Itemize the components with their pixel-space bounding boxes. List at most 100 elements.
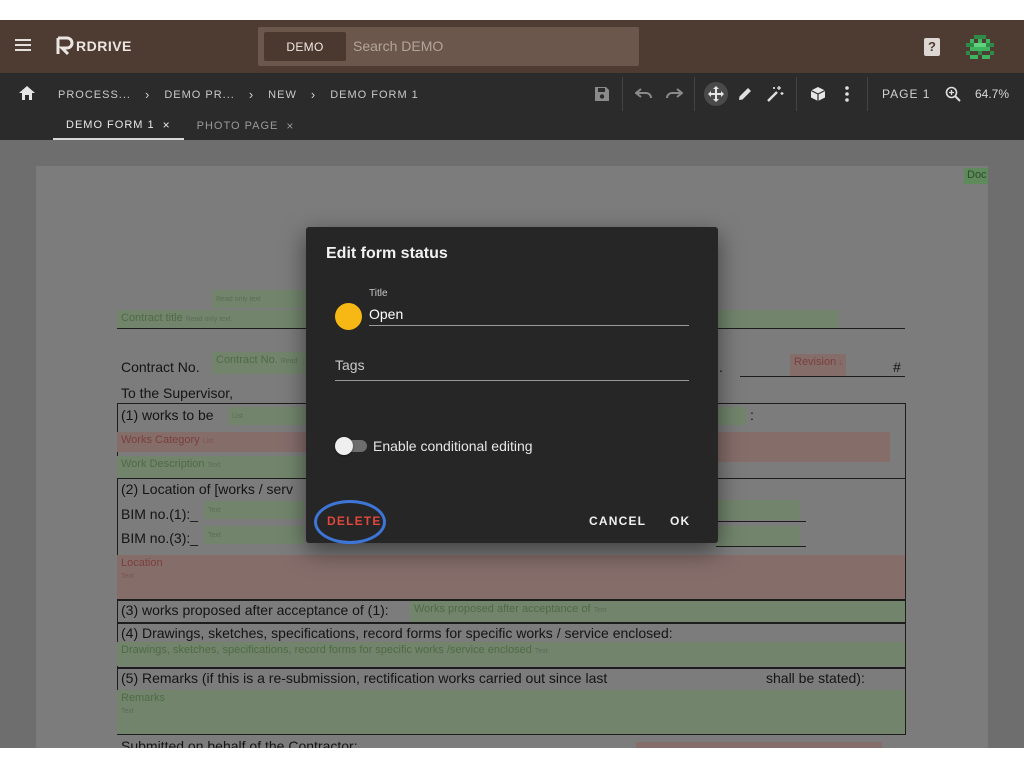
form-field-works-category[interactable]: Works Category List — [117, 432, 307, 452]
field-type: Text — [593, 607, 607, 614]
ok-button[interactable]: OK — [670, 514, 690, 528]
undo-icon[interactable] — [633, 83, 655, 105]
breadcrumb-item[interactable]: DEMO FORM 1 — [330, 89, 419, 101]
toolbar: PROCESS... › DEMO PR... › NEW › DEMO FOR… — [0, 73, 1024, 140]
tab-label: DEMO FORM 1 — [66, 119, 155, 131]
to-supervisor-text: To the Supervisor, — [121, 385, 234, 401]
colon-text: : — [750, 407, 754, 423]
pencil-icon[interactable] — [734, 83, 756, 105]
form-field-signature[interactable] — [636, 742, 882, 748]
more-vert-icon[interactable] — [836, 83, 858, 105]
field-type: Text — [207, 462, 221, 469]
field-label: Drawings, sketches, specifications, reco… — [121, 644, 532, 656]
dialog-title: Edit form status — [326, 245, 448, 262]
edit-form-status-dialog: Edit form status Title Enable conditiona… — [306, 227, 718, 543]
remarks-label: (5) Remarks (if this is a re-submission,… — [121, 670, 608, 686]
logo-text: RDRIVE — [76, 38, 132, 54]
drawings-label: (4) Drawings, sketches, specifications, … — [121, 625, 673, 641]
field-type: Read only text — [216, 296, 261, 303]
app-logo[interactable]: RDRIVE — [56, 35, 132, 57]
remarks-label-end: shall be stated): — [766, 670, 865, 686]
works-proposed-label: (3) works proposed after acceptance of (… — [121, 602, 389, 618]
zoom-level[interactable]: 64.7% — [975, 87, 1009, 101]
form-field-contract-no[interactable]: Contract No. Read — [212, 352, 306, 374]
doc-field-tag[interactable]: Doc — [964, 168, 988, 184]
tags-input[interactable] — [335, 349, 689, 381]
cube-icon[interactable] — [807, 83, 829, 105]
search-scope-chip[interactable]: DEMO — [264, 32, 346, 61]
redo-icon[interactable] — [663, 83, 685, 105]
field-type: List — [202, 438, 214, 445]
form-field-work-description[interactable]: Work Description Text — [117, 456, 307, 478]
conditional-editing-toggle[interactable] — [335, 437, 367, 455]
form-field-works-proposed[interactable]: Works proposed after acceptance of Text — [410, 601, 905, 622]
field-label: Revision — [794, 356, 837, 368]
submitted-label: Submitted on behalf of the Contractor: — [121, 738, 358, 748]
form-field-list[interactable]: List — [228, 407, 308, 425]
contract-no-label: Contract No. — [121, 359, 200, 375]
field-type: Text — [208, 532, 221, 539]
tab-demo-form-1[interactable]: DEMO FORM 1 × — [53, 112, 184, 140]
top-app-bar: RDRIVE DEMO ? — [0, 20, 1024, 73]
delete-highlight-ring — [314, 500, 386, 544]
form-field-bim-4[interactable] — [716, 526, 800, 546]
dot-text: . — [719, 359, 723, 375]
breadcrumb-item[interactable]: NEW — [268, 89, 297, 101]
form-field-list-2[interactable] — [716, 407, 746, 425]
app-frame: RDRIVE DEMO ? PROCESS... › DEMO PR... › — [0, 20, 1024, 748]
zoom-icon[interactable] — [942, 83, 964, 105]
help-icon[interactable]: ? — [924, 38, 940, 56]
field-label: Works proposed after acceptance of — [414, 603, 591, 615]
status-color-swatch[interactable] — [335, 303, 362, 330]
hamburger-menu-icon[interactable] — [15, 39, 31, 53]
logo-mark-icon — [56, 36, 74, 56]
hash-text: # — [893, 359, 901, 375]
save-icon[interactable] — [591, 83, 613, 105]
field-label: Contract title — [121, 312, 183, 324]
cancel-button[interactable]: CANCEL — [589, 514, 646, 528]
location-of-label: (2) Location of [works / serv — [121, 481, 293, 497]
bim-3-label: BIM no.(3):_ — [121, 530, 199, 546]
title-field-label: Title — [369, 288, 388, 299]
form-field-bim-2[interactable] — [716, 500, 800, 520]
search-bar[interactable]: DEMO — [258, 27, 639, 66]
field-type: Read only text — [185, 316, 231, 323]
tab-label: PHOTO PAGE — [196, 120, 279, 132]
form-field-bim-3[interactable]: Text — [204, 526, 304, 544]
works-to-be-label: (1) works to be — [121, 407, 214, 423]
document-tabs: DEMO FORM 1 × PHOTO PAGE × — [53, 112, 307, 140]
close-icon[interactable]: × — [286, 119, 294, 133]
form-field-revision[interactable]: Revision L — [790, 354, 846, 376]
field-type: Read — [280, 358, 298, 365]
breadcrumb-item[interactable]: PROCESS... — [58, 89, 131, 101]
field-type: List — [232, 413, 243, 420]
breadcrumb-item[interactable]: DEMO PR... — [164, 89, 235, 101]
field-type: L — [839, 360, 844, 367]
toggle-label: Enable conditional editing — [373, 438, 533, 454]
field-type: Text — [534, 648, 548, 655]
form-field-works-category-right[interactable] — [716, 432, 890, 462]
move-icon[interactable] — [704, 82, 728, 106]
field-label: Contract No. — [216, 354, 278, 366]
field-type: Text — [121, 573, 134, 580]
form-field-remarks[interactable]: Remarks Text — [117, 690, 905, 734]
field-label: Work Description — [121, 458, 205, 470]
page-indicator[interactable]: PAGE 1 — [882, 87, 930, 101]
form-field-drawings[interactable]: Drawings, sketches, specifications, reco… — [117, 642, 905, 666]
search-input[interactable] — [353, 35, 623, 57]
chevron-right-icon: › — [310, 87, 317, 102]
tab-photo-page[interactable]: PHOTO PAGE × — [184, 112, 308, 140]
user-avatar[interactable] — [966, 33, 994, 61]
chevron-right-icon: › — [248, 87, 255, 102]
home-icon[interactable] — [18, 85, 36, 101]
form-field-location[interactable]: Location Text — [117, 555, 905, 599]
breadcrumb: PROCESS... › DEMO PR... › NEW › DEMO FOR… — [58, 87, 419, 102]
form-field-bim-1[interactable]: Text — [204, 501, 304, 519]
close-icon[interactable]: × — [163, 118, 171, 132]
field-label: Works Category — [121, 434, 200, 446]
chevron-right-icon: › — [144, 87, 151, 102]
title-input[interactable] — [369, 302, 689, 326]
field-label: Location — [121, 557, 163, 569]
form-field-read-only[interactable]: Read only text — [212, 290, 312, 308]
magic-wand-icon[interactable] — [764, 83, 786, 105]
